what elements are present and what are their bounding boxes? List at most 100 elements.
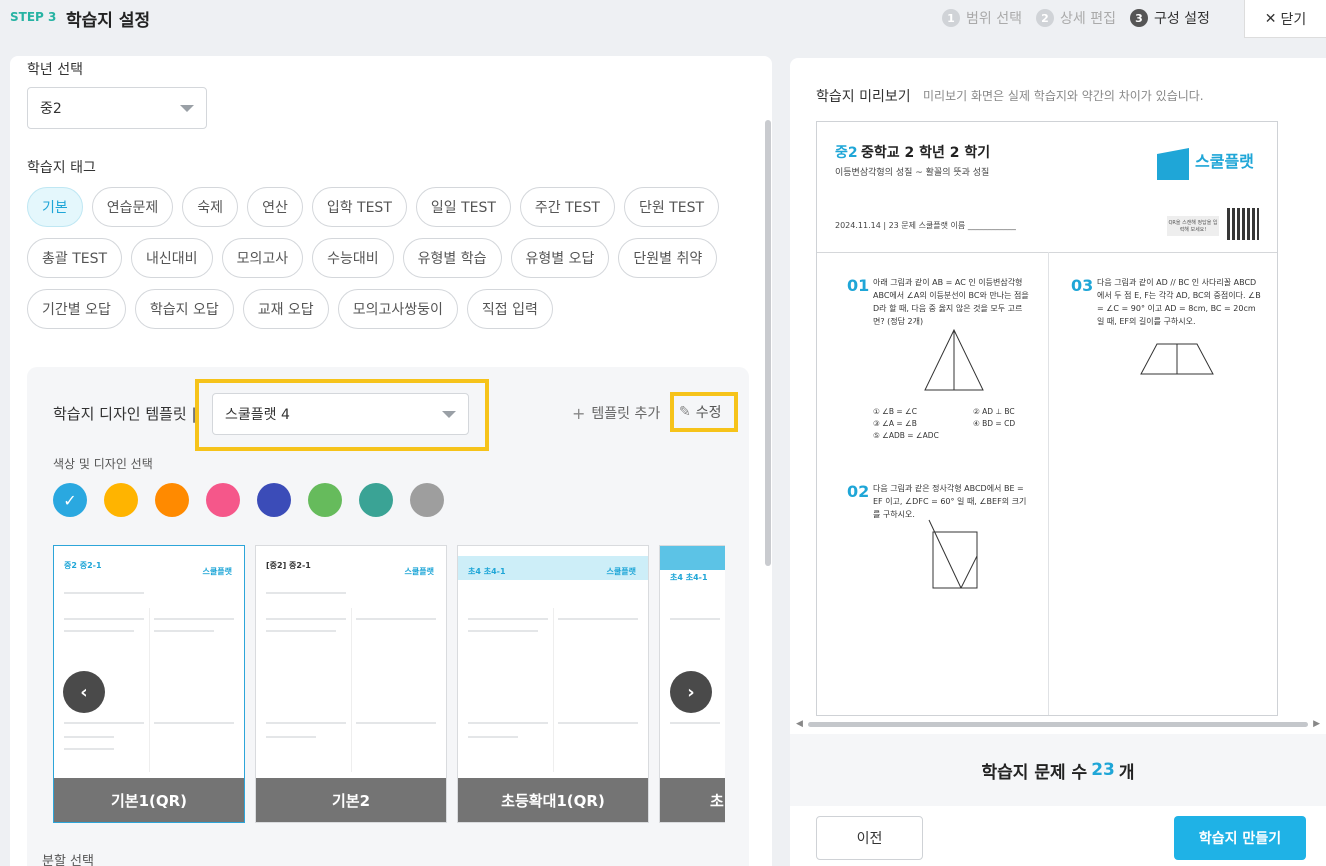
scroll-right-icon[interactable]: ▶ [1313, 719, 1320, 729]
qr-code-icon [1227, 208, 1259, 240]
color-swatch[interactable] [410, 483, 444, 517]
prev-button[interactable]: 이전 [816, 816, 923, 860]
tag-chip[interactable]: 학습지 오답 [134, 289, 234, 329]
tag-chip[interactable]: 모의고사쌍둥이 [337, 289, 458, 329]
design-template-title: 학습지 디자인 템플릿 | [53, 405, 197, 423]
template-value: 스쿨플랫 4 [225, 407, 290, 423]
template-card-name: 초 [660, 778, 725, 822]
add-template-button[interactable]: + 템플릿 추가 [572, 403, 660, 423]
tag-chip[interactable]: 입학 TEST [311, 187, 407, 227]
left-scrollbar[interactable] [765, 120, 771, 566]
template-thumbnail: 초4 초4-1 스쿨플랫 [464, 552, 642, 772]
question-text: 다음 그림과 같이 AD // BC 인 사다리꼴 ABCD에서 두 점 E, … [1097, 278, 1261, 326]
question-number: 02 [847, 482, 870, 501]
chevron-right-icon: › [687, 681, 695, 703]
tag-list: 기본 연습문제 숙제 연산 입학 TEST 일일 TEST 주간 TEST 단원 TEST 총괄… [27, 187, 757, 329]
step-2-number: 2 [1035, 9, 1054, 27]
close-button[interactable]: ✕ 닫기 [1244, 0, 1326, 38]
tag-chip[interactable]: 기본 [27, 187, 83, 227]
template-card-3[interactable]: 초4 초4-1 스쿨플랫 초등확대1(QR) [457, 545, 649, 823]
template-carousel: 중2 중2-1 스쿨플랫 기본1(QR) [중2] 중2-1 스쿨플랫 기본2 … [53, 545, 725, 823]
preview-horizontal-scrollbar[interactable]: ◀ ▶ [790, 714, 1326, 734]
tag-chip[interactable]: 연산 [247, 187, 303, 227]
tag-label: 학습지 태그 [27, 160, 96, 176]
card-header: 초4 초4-1 [468, 567, 506, 576]
chevron-down-icon [442, 410, 456, 418]
carousel-next-button[interactable]: › [670, 671, 712, 713]
color-swatch[interactable] [308, 483, 342, 517]
edit-template-label: 수정 [695, 405, 722, 421]
edit-template-button[interactable]: ✎ 수정 [679, 402, 722, 422]
close-label: 닫기 [1280, 11, 1307, 28]
tag-chip[interactable]: 유형별 오답 [510, 238, 610, 278]
step-3: 3 구성 설정 [1129, 8, 1210, 28]
template-card-name: 초등확대1(QR) [458, 778, 648, 822]
step-label: STEP 3 [10, 10, 57, 24]
question-text: 아래 그림과 같이 AB = AC 인 이등변삼각형 ABC에서 ∠A의 이등분… [873, 278, 1029, 326]
color-swatch[interactable] [359, 483, 393, 517]
grade-value: 중2 [40, 101, 62, 117]
scroll-left-icon[interactable]: ◀ [796, 719, 803, 729]
tag-chip[interactable]: 기간별 오답 [27, 289, 126, 329]
tag-chip[interactable]: 교재 오답 [242, 289, 329, 329]
card-brand: 스쿨플랫 [606, 567, 636, 576]
grade-select[interactable]: 중2 [27, 87, 207, 129]
template-card-name: 기본2 [256, 778, 446, 822]
check-icon: ✓ [63, 490, 77, 510]
color-swatch[interactable] [155, 483, 189, 517]
tag-chip[interactable]: 단원 TEST [623, 187, 720, 227]
create-worksheet-button[interactable]: 학습지 만들기 [1174, 816, 1306, 860]
question-text: 다음 그림과 같은 정사각형 ABCD에서 BE = EF 이고, ∠DFC =… [873, 484, 1027, 519]
carousel-prev-button[interactable]: ‹ [63, 671, 105, 713]
problem-count: 학습지 문제 수 23 개 [790, 734, 1326, 806]
template-card-name: 기본1(QR) [54, 778, 244, 822]
tag-chip[interactable]: 단원별 취약 [618, 238, 718, 278]
grade-label: 학년 선택 [27, 62, 83, 78]
preview-subtitle: 미리보기 화면은 실제 학습지와 약간의 차이가 있습니다. [923, 89, 1204, 103]
tag-chip[interactable]: 유형별 학습 [402, 238, 502, 278]
tag-chip[interactable]: 총괄 TEST [27, 238, 123, 278]
template-card-2[interactable]: [중2] 중2-1 스쿨플랫 기본2 [255, 545, 447, 823]
tag-chip[interactable]: 직접 입력 [466, 289, 553, 329]
color-swatch[interactable]: ✓ [53, 483, 87, 517]
tag-chip[interactable]: 숙제 [182, 187, 239, 227]
plus-icon: + [572, 403, 586, 423]
question-number: 03 [1071, 276, 1094, 295]
step-2-label: 상세 편집 [1059, 11, 1116, 27]
step-1-label: 범위 선택 [966, 11, 1022, 27]
step-3-label: 구성 설정 [1153, 11, 1210, 27]
brand-logo: 스쿨플랫 [1157, 140, 1254, 180]
template-thumbnail: 중2 중2-1 스쿨플랫 [60, 552, 238, 772]
triangle-figure [924, 328, 984, 391]
step-1-number: 1 [942, 9, 960, 27]
flag-icon [1157, 148, 1189, 180]
tag-chip[interactable]: 수능대비 [312, 238, 394, 278]
close-icon: ✕ [1264, 10, 1277, 27]
template-thumbnail: 초4 초4-1 [666, 552, 725, 772]
add-template-label: 템플릿 추가 [591, 406, 661, 422]
step-1: 1 범위 선택 [942, 8, 1022, 28]
color-swatch[interactable] [257, 483, 291, 517]
tag-chip[interactable]: 일일 TEST [415, 187, 511, 227]
trapezoid-figure [1140, 343, 1214, 375]
step-3-number: 3 [1129, 9, 1148, 27]
tag-chip[interactable]: 내신대비 [131, 238, 213, 278]
tag-chip[interactable]: 모의고사 [221, 238, 304, 278]
color-swatch[interactable] [104, 483, 138, 517]
worksheet-preview: 중2 중학교 2 학년 2 학기 이등변삼각형의 성질 ~ 활꼴의 뜻과 성질 … [816, 121, 1278, 716]
card-header: [중2] 중2-1 [266, 561, 311, 570]
tag-chip[interactable]: 연습문제 [91, 187, 174, 227]
color-label: 색상 및 디자인 선택 [53, 457, 153, 471]
template-select[interactable]: 스쿨플랫 4 [212, 393, 469, 435]
page-title: 학습지 설정 [66, 11, 151, 31]
card-brand: 스쿨플랫 [202, 567, 232, 576]
chevron-down-icon [180, 104, 194, 112]
brand-name: 스쿨플랫 [1195, 152, 1254, 171]
step-indicator: 1 범위 선택 2 상세 편집 3 구성 설정 [942, 8, 1210, 28]
sheet-meta: 2024.11.14 | 23 문제 스쿨플랫 이름 ____________ [835, 221, 1016, 230]
problem-count-unit: 개 [1118, 762, 1135, 783]
tag-chip[interactable]: 주간 TEST [519, 187, 615, 227]
color-swatch[interactable] [206, 483, 240, 517]
question-number: 01 [847, 276, 870, 295]
chevron-left-icon: ‹ [80, 681, 88, 703]
